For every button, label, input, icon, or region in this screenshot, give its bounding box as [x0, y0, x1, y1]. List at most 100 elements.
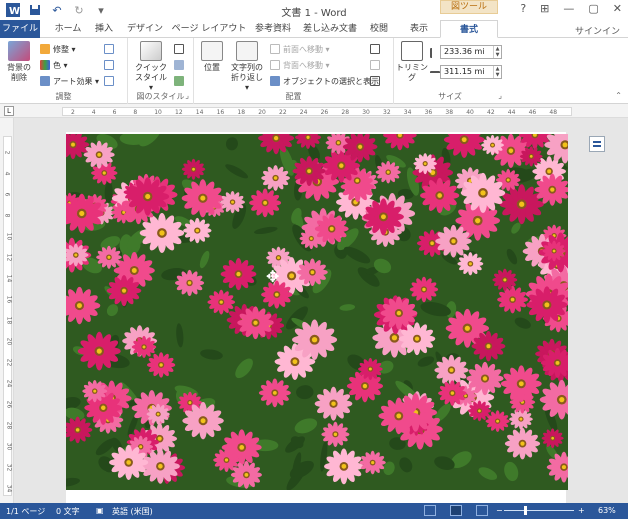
tab-insert[interactable]: 挿入: [88, 20, 120, 38]
ruler-tick: 8: [3, 213, 11, 218]
ruler-tick: 20: [5, 337, 13, 346]
ruler-tick: 20: [258, 109, 266, 116]
selection-pane-button[interactable]: オブジェクトの選択と表示: [270, 75, 379, 87]
height-value: 233.36 mi: [444, 47, 485, 56]
adjust-group: 背景の 削除 修整 ▾ 色 ▾ アート効果 ▾ 調整: [0, 38, 128, 104]
color-button[interactable]: 色 ▾: [40, 59, 68, 71]
tab-home[interactable]: ホーム: [48, 20, 88, 38]
ruler-tick: 32: [383, 109, 391, 116]
quick-styles-icon: [140, 41, 162, 61]
zoom-slider-thumb[interactable]: [524, 506, 527, 515]
ribbon-display-icon[interactable]: ⊞: [540, 2, 549, 15]
ruler-tick: 26: [5, 400, 13, 409]
page-count[interactable]: 1/1 ページ: [6, 506, 45, 517]
zoom-out-button[interactable]: −: [496, 506, 503, 515]
zoom-level[interactable]: 63%: [598, 506, 616, 515]
minimize-icon[interactable]: —: [563, 2, 574, 15]
layout-options-button[interactable]: [589, 136, 605, 152]
ruler-tick: 12: [5, 253, 13, 262]
ruler-tick: 40: [466, 109, 474, 116]
zoom-in-button[interactable]: +: [578, 506, 585, 515]
height-spinner[interactable]: ▲ ▼: [493, 46, 501, 58]
ruler-tick: 24: [5, 379, 13, 388]
ribbon-tabs: ファイル ホーム 挿入 デザイン ページ レイアウト 参考資料 差し込み文書 校…: [0, 20, 628, 38]
rotate-icon[interactable]: [370, 75, 380, 87]
remove-background-button[interactable]: 背景の 削除: [4, 41, 34, 83]
ruler-tick: 6: [3, 192, 11, 197]
picture-border-icon[interactable]: [174, 43, 184, 55]
tab-review[interactable]: 校閲: [364, 20, 394, 38]
wrap-text-button[interactable]: 文字列の 折り返し ▾: [228, 41, 266, 93]
picture-effects-icon[interactable]: [174, 59, 184, 71]
read-mode-icon[interactable]: [424, 505, 436, 516]
reset-picture-icon[interactable]: [104, 75, 114, 87]
print-layout-icon[interactable]: [450, 505, 462, 516]
ruler-tick: 24: [299, 109, 308, 116]
ruler-tick: 22: [279, 109, 287, 116]
ruler-tick: 14: [5, 274, 13, 283]
width-input[interactable]: 311.15 mi ▲ ▼: [440, 65, 502, 79]
arrange-group-label: 配置: [285, 92, 302, 101]
size-dialog-launcher-icon[interactable]: ⌟: [498, 91, 502, 100]
tab-view[interactable]: 表示: [402, 20, 436, 38]
wrap-text-icon: [236, 41, 258, 61]
restore-icon[interactable]: ▢: [588, 2, 598, 15]
document-area[interactable]: ✥: [14, 118, 628, 503]
ruler-tick: 48: [549, 109, 558, 116]
tab-format[interactable]: 書式: [440, 20, 498, 38]
corrections-button[interactable]: 修整 ▾: [40, 43, 76, 55]
send-backward-button[interactable]: 背面へ移動 ▾: [270, 59, 330, 71]
horizontal-ruler: L 2 4 6 8 10 12 14 16 18 20 22 24 26 28 30 32 34 36 38 40 42…: [0, 104, 628, 118]
position-icon: [201, 41, 223, 61]
tab-selector[interactable]: L: [4, 106, 14, 116]
width-value: 311.15 mi: [444, 67, 485, 76]
position-button[interactable]: 位置: [198, 41, 226, 73]
word-count[interactable]: 0 文字: [56, 506, 80, 517]
height-input[interactable]: 233.36 mi ▲ ▼: [440, 45, 502, 59]
change-picture-icon[interactable]: [104, 59, 114, 71]
ruler-tick: 26: [320, 109, 329, 116]
web-layout-icon[interactable]: [476, 505, 488, 516]
proofing-icon[interactable]: ▣: [96, 506, 104, 515]
crop-button[interactable]: トリミング: [396, 41, 428, 83]
picture-layout-icon[interactable]: [174, 75, 184, 87]
crop-label: トリミング: [396, 63, 428, 82]
position-label: 位置: [204, 63, 220, 72]
compress-pictures-icon[interactable]: [104, 43, 114, 55]
art-effects-button[interactable]: アート効果 ▾: [40, 75, 99, 87]
ruler-tick: 18: [237, 109, 246, 116]
picture-tools-label: 図ツール: [440, 0, 498, 14]
wrap-text-label-2: 折り返し ▾: [231, 73, 263, 92]
collapse-ribbon-icon[interactable]: ⌃: [615, 91, 622, 100]
remove-background-label-1: 背景の: [7, 63, 31, 72]
tab-design[interactable]: デザイン: [122, 20, 168, 38]
zinnia-flowers-photo[interactable]: ✥: [66, 134, 568, 490]
width-icon: [430, 67, 440, 79]
styles-dialog-launcher-icon[interactable]: ⌟: [185, 91, 189, 100]
align-icon[interactable]: [370, 43, 380, 55]
tab-page-layout[interactable]: ページ レイアウト: [170, 20, 248, 38]
bring-forward-button[interactable]: 前面へ移動 ▾: [270, 43, 330, 55]
selection-pane-label: オブジェクトの選択と表示: [283, 76, 379, 86]
tab-mailings[interactable]: 差し込み文書: [298, 20, 362, 38]
language-status[interactable]: 英語 (米国): [112, 506, 153, 517]
width-spinner[interactable]: ▲ ▼: [493, 66, 501, 78]
close-icon[interactable]: ✕: [613, 2, 622, 15]
ruler-tick: 30: [5, 442, 13, 451]
height-icon: [430, 47, 434, 59]
ruler-tick: 46: [528, 109, 537, 116]
group-icon[interactable]: [370, 59, 380, 71]
adjust-group-label: 調整: [55, 92, 72, 101]
zoom-slider[interactable]: [504, 510, 574, 511]
sign-in-link[interactable]: サインイン: [575, 24, 620, 37]
size-group-label: サイズ: [438, 92, 462, 101]
move-cursor-icon: ✥: [266, 267, 279, 286]
tab-file[interactable]: ファイル: [0, 20, 40, 38]
window-controls: ? ⊞ — ▢ ✕: [520, 2, 622, 15]
quick-styles-button[interactable]: クイック スタイル ▾: [132, 41, 170, 93]
help-icon[interactable]: ?: [520, 2, 526, 15]
wrap-text-label-1: 文字列の: [231, 63, 263, 72]
quick-styles-label-1: クイック: [135, 63, 167, 72]
ruler-tick: 2: [3, 150, 11, 155]
tab-references[interactable]: 参考資料: [250, 20, 296, 38]
